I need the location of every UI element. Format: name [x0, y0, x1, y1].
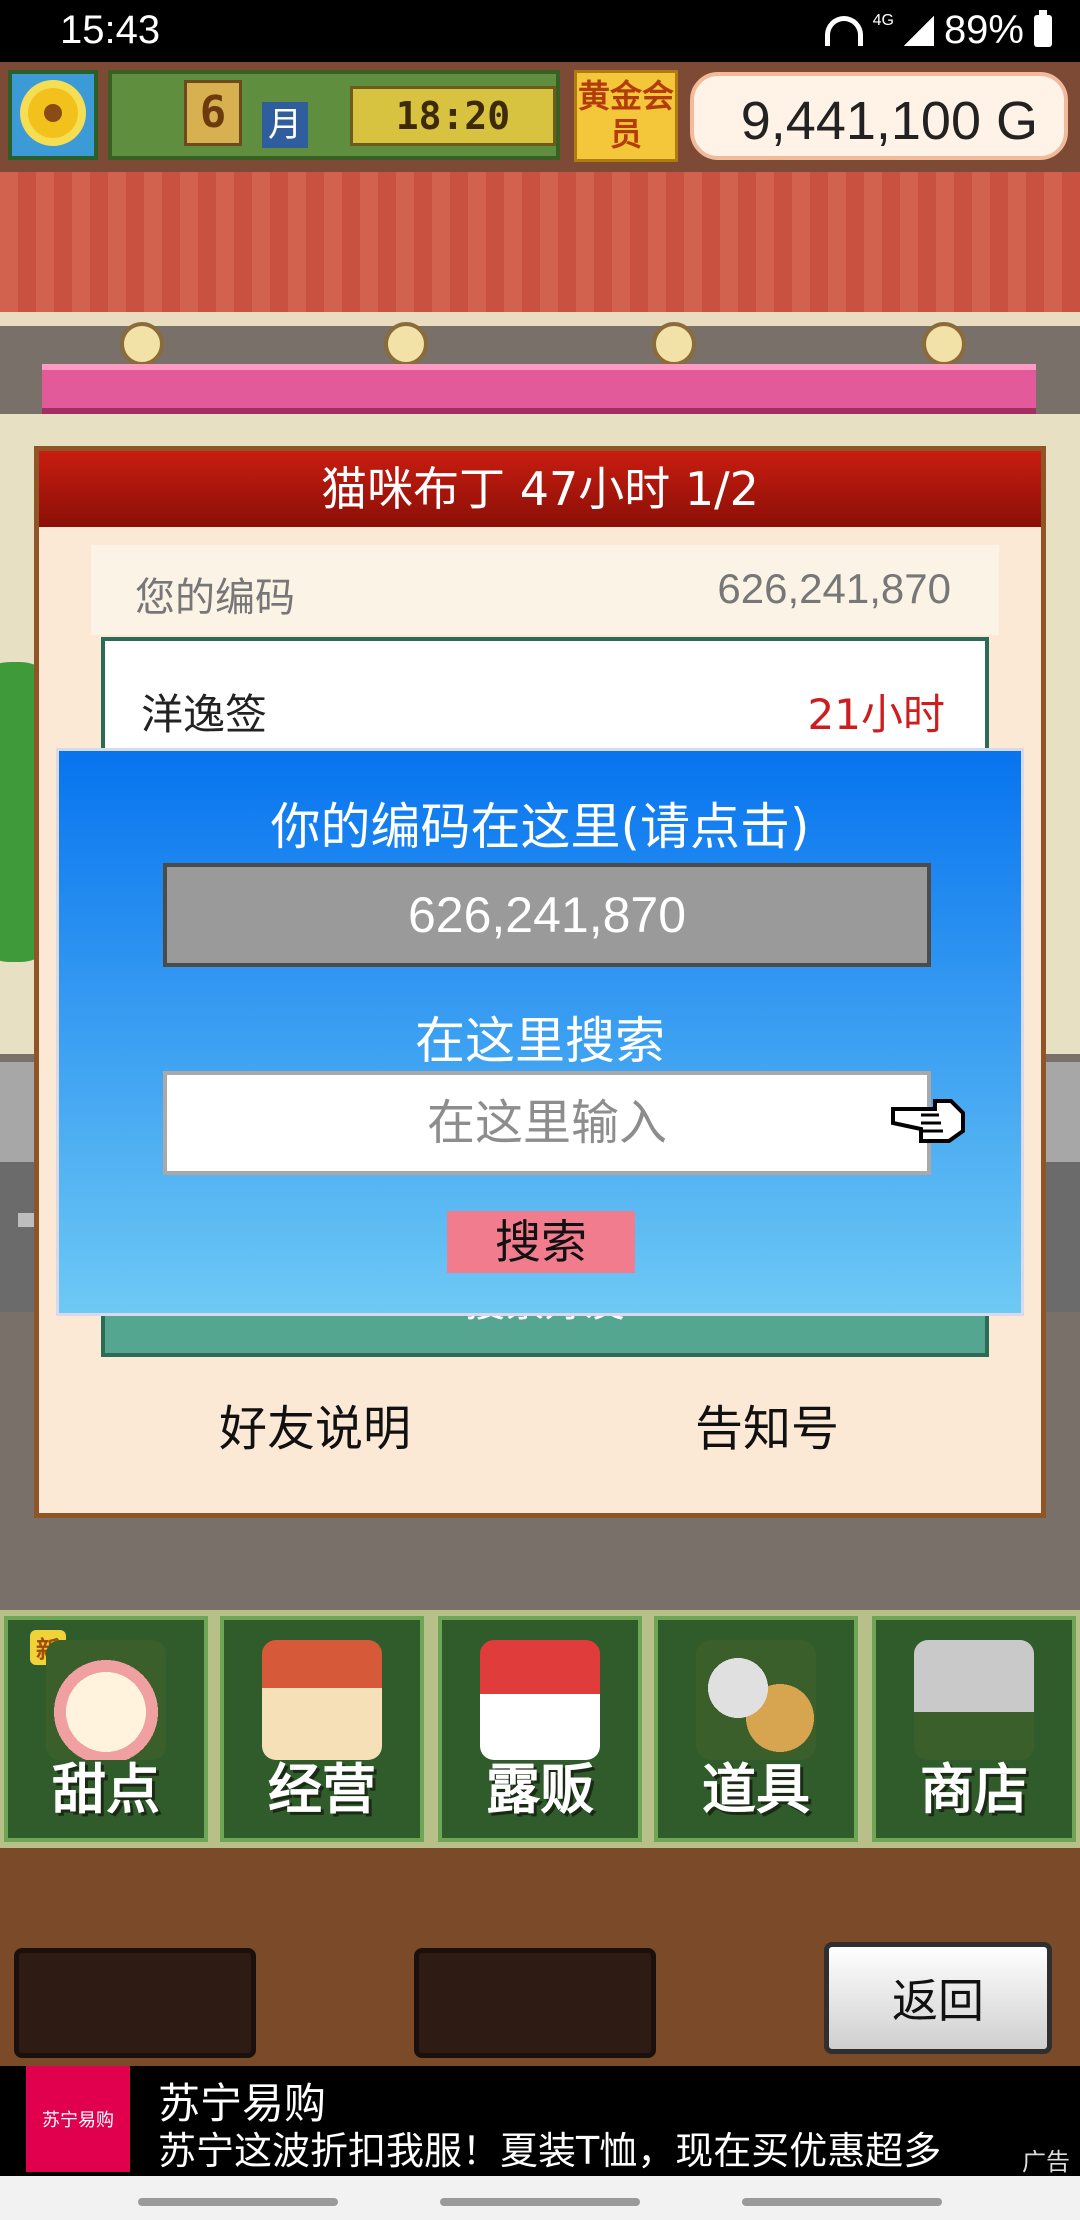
menu-dessert[interactable]: 新 甜点 — [4, 1616, 208, 1842]
bottom-menu: 新 甜点 经营 露贩 道具 商店 — [0, 1610, 1080, 1848]
search-input[interactable] — [163, 1071, 931, 1175]
menu-shop[interactable]: 商店 — [872, 1616, 1076, 1842]
month-label: 月 — [262, 102, 308, 148]
nav-home-button[interactable] — [440, 2198, 640, 2206]
empty-slot — [414, 1948, 656, 2058]
network-type: 4G — [872, 11, 894, 29]
cart-icon — [914, 1640, 1034, 1760]
gold-member-badge[interactable]: 黄金会员 — [574, 70, 678, 162]
my-code-field[interactable]: 626,241,870 — [163, 863, 931, 967]
your-code-row: 您的编码 626,241,870 — [91, 545, 999, 635]
lamp-icon — [652, 322, 696, 366]
lamp-icon — [384, 322, 428, 366]
shop-sign — [42, 364, 1036, 414]
wifi-icon — [824, 15, 863, 46]
logo-text: 苏宁易购 — [42, 2110, 114, 2131]
nav-back-button[interactable] — [742, 2198, 942, 2206]
battery-percent: 89% — [943, 8, 1024, 52]
ad-description: 苏宁这波折扣我服！夏装T恤，现在买优惠超多 — [158, 2129, 942, 2173]
system-nav-bar — [0, 2176, 1080, 2220]
status-icons: 4G 89% — [824, 8, 1052, 53]
ad-banner[interactable]: 苏宁易购 苏宁易购 苏宁这波折扣我服！夏装T恤，现在买优惠超多 广告 — [0, 2066, 1080, 2176]
menu-label: 露贩 — [486, 1758, 594, 1821]
bottom-panel: 返回 — [0, 1848, 1080, 2066]
pointing-hand-icon — [891, 1099, 965, 1143]
search-heading: 在这里搜索 — [415, 1012, 665, 1070]
food-truck-icon — [480, 1640, 600, 1760]
signal-icon — [903, 15, 934, 46]
lamp-icon — [922, 322, 966, 366]
roof-trim — [0, 312, 1080, 326]
status-bar: 15:43 4G 89% — [0, 0, 1080, 62]
menu-label: 经营 — [268, 1758, 376, 1821]
suning-logo: 苏宁易购 — [26, 2066, 130, 2172]
friend-time: 21小时 — [807, 690, 945, 739]
shop-roof — [0, 172, 1080, 322]
your-code-label: 您的编码 — [135, 575, 295, 621]
notice-button[interactable]: 告知号 — [695, 1389, 839, 1459]
battery-icon — [1034, 9, 1052, 47]
search-button[interactable]: 搜索 — [447, 1211, 635, 1273]
panel-title: 猫咪布丁 47小时 1/2 — [39, 451, 1041, 527]
cake-icon — [46, 1640, 166, 1760]
menu-items[interactable]: 道具 — [654, 1616, 858, 1842]
menu-management[interactable]: 经营 — [220, 1616, 424, 1842]
your-code-value: 626,241,870 — [717, 565, 951, 612]
menu-stall[interactable]: 露贩 — [438, 1616, 642, 1842]
menu-label: 商店 — [920, 1758, 1028, 1821]
gear-bag-icon — [696, 1640, 816, 1760]
search-dialog: 你的编码在这里(请点击) 626,241,870 在这里搜索 搜索 — [56, 748, 1024, 1316]
game-clock: 18:20 — [350, 86, 556, 146]
friend-name[interactable]: 洋逸签 — [141, 681, 267, 742]
dialog-title: 你的编码在这里(请点击) — [270, 798, 810, 856]
money-value: 9,441,100 G — [740, 91, 1038, 151]
money-display: 9,441,100 G — [690, 72, 1068, 160]
nav-recent-button[interactable] — [138, 2198, 338, 2206]
ad-tag: 广告 — [1022, 2148, 1070, 2176]
back-button[interactable]: 返回 — [824, 1942, 1052, 2054]
menu-label: 甜点 — [52, 1758, 160, 1821]
date-time-panel: 6 月 18:20 — [108, 70, 560, 160]
friend-help-button[interactable]: 好友说明 — [219, 1389, 411, 1459]
sunflower-icon[interactable] — [8, 70, 98, 160]
empty-slot — [14, 1948, 256, 2058]
month-number: 6 — [184, 80, 242, 146]
menu-label: 道具 — [702, 1758, 810, 1821]
shop-icon — [262, 1640, 382, 1760]
top-hud: 6 月 18:20 黄金会员 9,441,100 G — [0, 62, 1080, 172]
status-time: 15:43 — [60, 8, 161, 52]
game-scene: 6 月 18:20 黄金会员 9,441,100 G 猫咪布丁 47小时 1/2… — [0, 62, 1080, 2066]
lamp-icon — [120, 322, 164, 366]
